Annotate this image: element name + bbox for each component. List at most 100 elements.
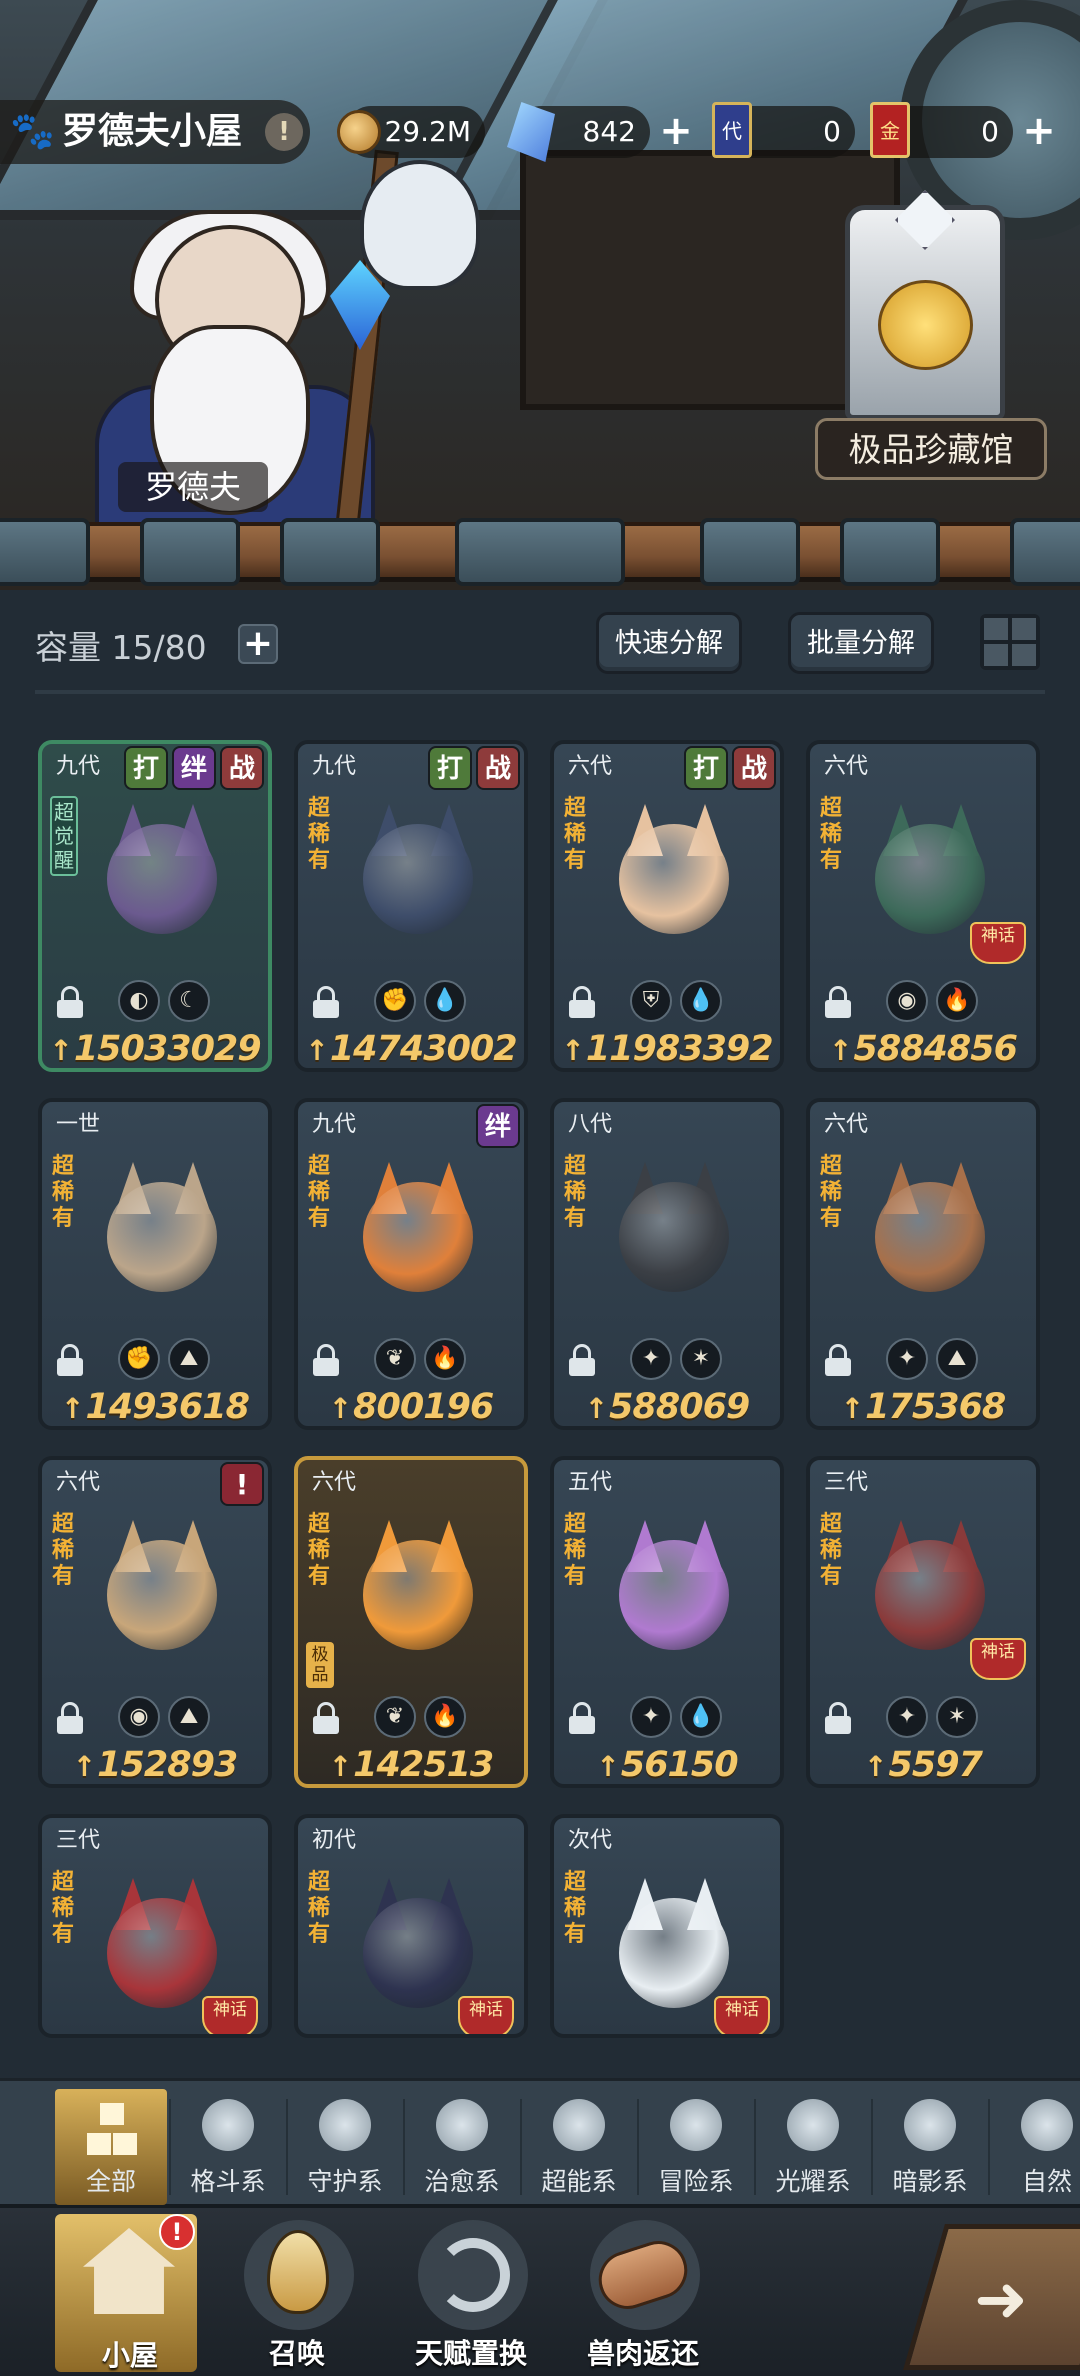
rarity-label: 超稀有	[307, 1512, 330, 1589]
add-crystal-button[interactable]: +	[658, 111, 694, 151]
generation-label: 六代	[312, 1470, 357, 1495]
lock-icon[interactable]	[56, 1702, 84, 1734]
bond-tag: 绊	[172, 746, 216, 790]
card-icons: ❦ 🔥	[306, 1696, 524, 1740]
pet-card[interactable]: 九代绊超稀有 ❦ 🔥 ↑800196	[294, 1098, 528, 1430]
power-value: ↑800196	[298, 1386, 524, 1426]
alert-badge: !	[159, 2214, 195, 2250]
mythic-badge: 神话	[970, 922, 1026, 964]
pet-card[interactable]: 六代 超稀有 ✦ ⛰ ↑175368	[806, 1098, 1040, 1430]
lock-icon[interactable]	[312, 1344, 340, 1376]
pet-card[interactable]: 九代打绊战超觉醒 ◐ ☾ ↑15033029	[38, 740, 272, 1072]
rail-block	[840, 518, 940, 586]
power-number: 175368	[865, 1387, 1006, 1427]
awaken-badge: 超觉醒	[50, 796, 78, 876]
pet-card[interactable]: 九代打战超稀有 ✊ 💧 ↑14743002	[294, 740, 528, 1072]
filter-tab-sparkle[interactable]: 光耀系	[757, 2089, 869, 2205]
pet-card[interactable]: 一世 超稀有 ✊ ⛰ ↑1493618	[38, 1098, 272, 1430]
power-value: ↑5597	[810, 1744, 1036, 1784]
nav-talent-swap[interactable]: 天赋置换	[396, 2220, 546, 2370]
card-icons: ⛨ 💧	[562, 980, 780, 1024]
pet-card[interactable]: 八代 超稀有 ✦ ✶ ↑588069	[550, 1098, 784, 1430]
filter-tab-shield[interactable]: 守护系	[289, 2089, 401, 2205]
lock-icon[interactable]	[56, 986, 84, 1018]
quick-decompose-button[interactable]: 快速分解	[596, 612, 742, 674]
divider	[35, 690, 1045, 694]
lock-icon[interactable]	[568, 1702, 596, 1734]
dai-ticket-icon: 代	[712, 102, 752, 158]
pet-sprite	[599, 1162, 749, 1302]
filter-tab-eclipse[interactable]: 暗影系	[874, 2089, 986, 2205]
lock-icon[interactable]	[568, 986, 596, 1018]
museum-button[interactable]: 极品珍藏馆	[815, 418, 1047, 480]
mythic-badge: 神话	[970, 1638, 1026, 1680]
pet-card[interactable]: 六代 超稀有 神话 ◉ 🔥 ↑5884856	[806, 740, 1040, 1072]
filter-label: 暗影系	[892, 2167, 968, 2196]
lock-icon[interactable]	[824, 986, 852, 1018]
filter-tab-leaf[interactable]: 自然	[991, 2089, 1080, 2205]
filter-tab-all[interactable]: 全部	[55, 2089, 167, 2205]
go-arrow-button[interactable]: ➜	[903, 2224, 1080, 2370]
card-tags: !	[220, 1462, 264, 1506]
filter-separator	[871, 2099, 873, 2195]
generation-label: 三代	[56, 1828, 101, 1853]
nav-meat-refund[interactable]: 兽肉返还	[568, 2220, 718, 2370]
psychic-element-icon: ◉	[886, 980, 928, 1022]
pet-card[interactable]: 三代 超稀有 神话 ✦ ✶ ↑5597	[806, 1456, 1040, 1788]
pet-body	[875, 1182, 985, 1292]
power-number: 5884856	[853, 1029, 1017, 1069]
pet-card[interactable]: 六代 超稀有 极品 ❦ 🔥 ↑142513	[294, 1456, 528, 1788]
pet-body	[107, 1898, 217, 2008]
power-arrow-icon: ↑	[305, 1034, 328, 1067]
grid-view-icon[interactable]	[980, 614, 1040, 670]
alert-tag: !	[220, 1462, 264, 1506]
pet-card[interactable]: 次代 超稀有 神话	[550, 1814, 784, 2038]
power-arrow-icon: ↑	[72, 1750, 96, 1783]
lock-icon[interactable]	[824, 1702, 852, 1734]
rail-block	[700, 518, 800, 586]
info-button[interactable]: !	[265, 113, 303, 151]
expand-capacity-button[interactable]: +	[238, 624, 278, 664]
batch-decompose-button[interactable]: 批量分解	[788, 612, 934, 674]
lock-icon[interactable]	[56, 1344, 84, 1376]
power-number: 142513	[353, 1745, 494, 1785]
filter-tab-sprout[interactable]: 治愈系	[406, 2089, 518, 2205]
nav-summon[interactable]: 召唤	[222, 2220, 372, 2370]
power-arrow-icon: ↑	[49, 1034, 72, 1067]
power-value: ↑175368	[810, 1386, 1036, 1427]
nav-cabin[interactable]: ! 小屋	[55, 2214, 197, 2372]
pet-card[interactable]: 五代 超稀有 ✦ 💧 ↑56150	[550, 1456, 784, 1788]
pet-body	[363, 1540, 473, 1650]
rail-block	[1010, 518, 1080, 586]
generation-label: 六代	[824, 1112, 869, 1137]
mythic-badge: 神话	[202, 1996, 258, 2034]
lock-icon[interactable]	[312, 1702, 340, 1734]
filter-tab-fist[interactable]: 格斗系	[172, 2089, 284, 2205]
pet-card[interactable]: 六代! 超稀有 ◉ ⛰ ↑152893	[38, 1456, 272, 1788]
power-value: ↑11983392	[554, 1028, 780, 1068]
museum-throne[interactable]	[845, 190, 1005, 420]
rarity-label: 超稀有	[51, 1154, 74, 1231]
filter-separator	[403, 2099, 405, 2195]
generation-label: 九代	[56, 754, 101, 779]
card-icons: ◐ ☾	[50, 980, 268, 1024]
swap-icon	[436, 2238, 510, 2312]
lock-icon[interactable]	[568, 1344, 596, 1376]
gold-coin-icon	[337, 110, 381, 154]
pet-card[interactable]: 三代 超稀有 神话	[38, 1814, 272, 2038]
shadow-element-icon: ◐	[118, 980, 160, 1022]
lock-icon[interactable]	[824, 1344, 852, 1376]
capacity-label: 容量 15/80	[35, 628, 207, 667]
card-tags: 打绊战	[124, 746, 264, 790]
pet-card[interactable]: 六代打战超稀有 ⛨ 💧 ↑11983392	[550, 740, 784, 1072]
filter-tab-lantern[interactable]: 冒险系	[640, 2089, 752, 2205]
lock-icon[interactable]	[312, 986, 340, 1018]
pet-card[interactable]: 初代 超稀有 神话	[294, 1814, 528, 2038]
nav-meat-refund-label: 兽肉返还	[586, 2337, 699, 2370]
crystal-value: 842	[582, 115, 636, 148]
power-value: ↑56150	[554, 1744, 780, 1784]
pet-sprite	[599, 804, 749, 944]
add-jin-ticket-button[interactable]: +	[1021, 111, 1057, 151]
filter-tab-alien[interactable]: 超能系	[523, 2089, 635, 2205]
generation-label: 九代	[312, 1112, 357, 1137]
